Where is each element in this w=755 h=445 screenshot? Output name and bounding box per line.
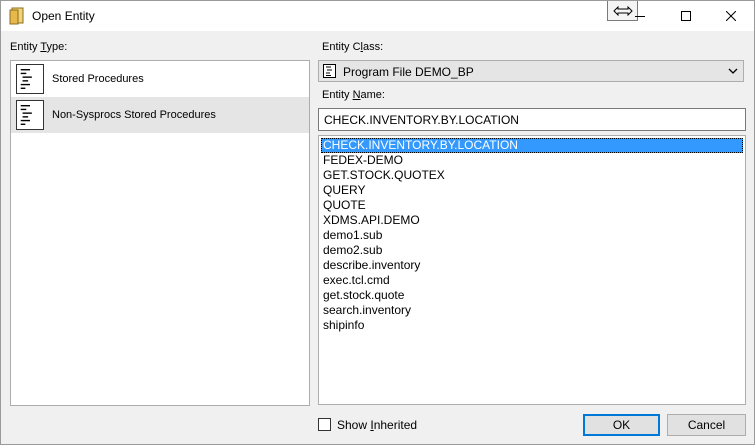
window-title: Open Entity <box>32 9 95 23</box>
entity-list[interactable]: CHECK.INVENTORY.BY.LOCATION FEDEX-DEMO GET… <box>318 135 746 405</box>
entity-name-label: Entity Name: <box>322 89 385 101</box>
maximize-icon <box>681 11 691 21</box>
show-inherited-checkbox[interactable] <box>318 418 331 431</box>
list-item[interactable]: exec.tcl.cmd <box>321 273 743 288</box>
maximize-button[interactable] <box>663 1 709 31</box>
list-item[interactable]: demo2.sub <box>321 243 743 258</box>
minimize-icon <box>635 16 645 17</box>
stored-procedure-icon <box>16 100 44 130</box>
list-item[interactable]: QUERY <box>321 183 743 198</box>
list-item[interactable]: QUOTE <box>321 198 743 213</box>
list-item[interactable]: CHECK.INVENTORY.BY.LOCATION <box>321 138 743 153</box>
entity-name-field[interactable] <box>318 108 746 131</box>
list-item[interactable]: GET.STOCK.QUOTEX <box>321 168 743 183</box>
entity-type-item-non-sysprocs[interactable]: Non-Sysprocs Stored Procedures <box>11 97 309 133</box>
folder-icon <box>9 7 24 25</box>
entity-class-dropdown[interactable]: Program File DEMO_BP <box>318 60 744 82</box>
close-button[interactable] <box>708 1 754 31</box>
ok-button[interactable]: OK <box>583 414 660 436</box>
list-item[interactable]: get.stock.quote <box>321 288 743 303</box>
entity-type-item-stored-procedures[interactable]: Stored Procedures <box>11 61 309 97</box>
entity-type-label-text: Stored Procedures <box>52 73 144 85</box>
entity-type-label: Entity Type: <box>10 41 68 53</box>
entity-type-list[interactable]: Stored Procedures Non-Sysprocs Stored Pr… <box>10 60 310 406</box>
entity-class-value: Program File DEMO_BP <box>343 65 474 79</box>
list-item[interactable]: demo1.sub <box>321 228 743 243</box>
program-file-icon <box>323 64 336 78</box>
show-inherited-label[interactable]: Show Inherited <box>337 418 417 432</box>
entity-class-label: Entity Class: <box>322 41 384 53</box>
chevron-down-icon <box>728 68 738 74</box>
close-icon <box>726 11 736 21</box>
list-item[interactable]: shipinfo <box>321 318 743 333</box>
open-entity-dialog: Open Entity Entity Type: Stored Procedur… <box>0 0 755 445</box>
stored-procedure-icon <box>16 64 44 94</box>
list-item[interactable]: FEDEX-DEMO <box>321 153 743 168</box>
cancel-button[interactable]: Cancel <box>667 414 746 436</box>
title-bar: Open Entity <box>1 1 754 31</box>
entity-type-label-text: Non-Sysprocs Stored Procedures <box>52 109 216 121</box>
minimize-button[interactable] <box>617 1 663 31</box>
list-item[interactable]: XDMS.API.DEMO <box>321 213 743 228</box>
list-item[interactable]: describe.inventory <box>321 258 743 273</box>
list-item[interactable]: search.inventory <box>321 303 743 318</box>
